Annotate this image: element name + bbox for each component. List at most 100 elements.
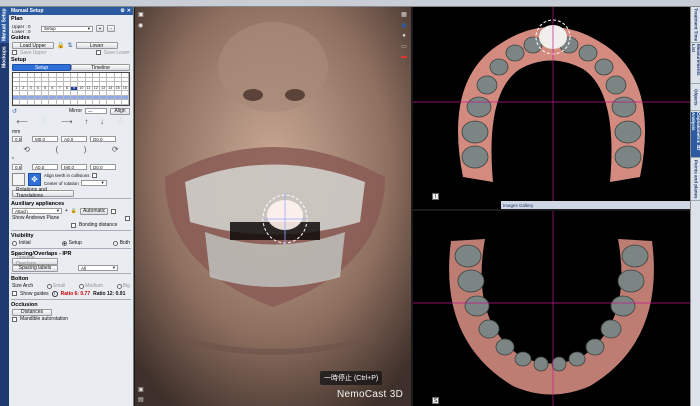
translate-down-icon[interactable]: ↓ (100, 117, 104, 126)
close-icon[interactable]: ✕ (127, 8, 131, 14)
plan-remove-button[interactable]: - (107, 25, 115, 32)
tooth-grid-cell[interactable] (49, 100, 57, 105)
timeline-overlaps-button[interactable]: Timeline Overlaps (12, 255, 58, 267)
load-upper-button[interactable]: Load Upper (12, 42, 54, 49)
tooth-grid-cell[interactable] (100, 100, 108, 105)
tooth-grid-cell[interactable] (42, 100, 50, 105)
spacing-labels-button[interactable]: Spacing labels (12, 264, 58, 272)
tooth-grid-cell[interactable] (13, 100, 21, 105)
rotation-d-value[interactable]: D0.0 (90, 164, 116, 170)
plan-add-button[interactable]: + (96, 25, 104, 32)
tip-icon[interactable]: ) (84, 145, 87, 154)
visibility-setup-radio[interactable] (61, 240, 67, 246)
tooth-grid-cell[interactable] (92, 100, 100, 105)
alert-icon[interactable]: ▬ (401, 54, 407, 60)
rotations-translations-button[interactable]: Rotations and Translations (12, 187, 74, 199)
move-tool-icon[interactable]: ✥ (28, 173, 41, 186)
photo-icon[interactable]: ▣ (138, 386, 144, 393)
rotation-step-input[interactable]: 0.5 (12, 164, 22, 170)
view-icon[interactable]: ◉ (138, 22, 144, 29)
automatic-button[interactable]: Automatic (80, 207, 109, 215)
aux-option-checkbox[interactable] (111, 208, 117, 214)
tab-manual-setup[interactable]: Manual Setup (0, 7, 9, 43)
visibility-initial-radio[interactable] (12, 240, 17, 246)
tooth-grid-cell[interactable] (63, 100, 71, 105)
apical-value[interactable]: A0.0 (61, 136, 87, 142)
tooth-grid-cell[interactable] (121, 100, 129, 105)
align-collisions-checkbox[interactable] (91, 173, 97, 178)
upper-arch-viewport[interactable]: I Images Gallery (413, 7, 690, 209)
tab-objects[interactable]: Objects (691, 85, 700, 111)
tab-cephalometric-analysis[interactable]: Cephalometric 3D Analysis (691, 112, 700, 158)
tab-measurements-list[interactable]: Measurements List (691, 44, 700, 84)
center-rotation-select[interactable]: ▾ (80, 180, 107, 186)
save-icon[interactable]: ▤ (138, 396, 144, 403)
torque-icon[interactable]: ( (56, 145, 59, 154)
show-guides-checkbox[interactable] (12, 291, 17, 296)
right-tab-strip: Treatment Time Measurements List Objects… (690, 7, 700, 406)
show-andrews-checkbox[interactable] (125, 215, 130, 221)
rotate-ccw-icon[interactable]: ⟲ (23, 145, 30, 154)
camera-icon[interactable]: ▣ (138, 11, 144, 18)
tooth-grid-cell[interactable] (27, 100, 35, 105)
mandible-autorotation-label: Mandible autorotation (20, 316, 69, 322)
size-big-label: Big (122, 283, 130, 289)
undo-icon[interactable]: ↺ (12, 108, 17, 115)
tooth-grid-cell[interactable] (78, 100, 86, 105)
tooth-grid-cell[interactable] (107, 100, 115, 105)
record-icon[interactable]: ● (402, 33, 406, 39)
distances-button[interactable]: Distances (12, 308, 52, 316)
translate-up-icon[interactable]: ↑ (84, 117, 88, 126)
arch-symbol-icon[interactable] (12, 173, 25, 186)
lower-arch-viewport[interactable]: S (413, 211, 690, 406)
rotation-m-value[interactable]: A0.0 (32, 164, 58, 170)
save-lower-checkbox[interactable] (95, 50, 101, 55)
tab-points-and-planes[interactable]: Points and planes (691, 159, 700, 201)
tooth-selection-grid[interactable]: 1 2 3 4 5 6 7 8 9 10 11 12 13 14 15 16 (12, 72, 130, 106)
tooth-grid-cell[interactable] (71, 100, 79, 105)
rotate-cw-icon[interactable]: ⟳ (112, 145, 119, 154)
tab-timeline[interactable]: Timeline (71, 64, 130, 71)
attach-select[interactable]: Attach ▾ (12, 208, 62, 214)
main-3d-viewport[interactable]: ▣ ◉ ▦ ◼ ● ▭ ▬ ▣ ▤ 一時停止 (Ctrl+P) NemoCast… (135, 7, 411, 406)
lower-view-tag: S (432, 397, 439, 404)
tab-mockups[interactable]: Mockups (0, 44, 9, 70)
save-upper-checkbox[interactable] (12, 50, 17, 55)
size-big-radio[interactable] (116, 283, 122, 289)
tooth-grid-cell[interactable] (56, 100, 64, 105)
align-button[interactable]: Align (110, 107, 130, 115)
tooth-grid-cell[interactable] (34, 100, 42, 105)
distal-value[interactable]: D0.0 (90, 136, 116, 142)
aux-add-icon[interactable]: + (65, 208, 68, 214)
mandible-autorotation-checkbox[interactable] (12, 316, 17, 322)
settings-icon[interactable]: ⚙ (120, 8, 124, 14)
mirror-select[interactable]: — (85, 108, 107, 114)
size-medium-radio[interactable] (79, 283, 85, 289)
tab-treatment-time[interactable]: Treatment Time (691, 7, 700, 43)
guide-lock-icon[interactable]: 🔒 (57, 42, 64, 49)
tooth-grid-cell[interactable] (85, 100, 93, 105)
mesial-value[interactable]: M0.0 (32, 136, 58, 142)
info-icon[interactable]: i (51, 290, 58, 297)
lower-guide-button[interactable]: Lower (75, 42, 118, 49)
layers-icon[interactable]: ◼ (402, 22, 407, 29)
grid-view-icon[interactable]: ▦ (401, 11, 407, 18)
translation-step-input[interactable]: 0.5 (12, 136, 22, 142)
images-gallery-bar[interactable]: Images Gallery (501, 201, 690, 209)
bonding-distance-checkbox[interactable] (71, 222, 76, 228)
rotation-a-value[interactable]: M0.0 (61, 164, 87, 170)
chevron-down-icon: ▾ (87, 25, 90, 31)
screenshot-icon[interactable]: ▭ (401, 43, 407, 50)
size-small-radio[interactable] (46, 283, 52, 289)
visibility-both-radio[interactable] (112, 240, 118, 246)
translate-right-icon[interactable]: ⟶ (61, 117, 72, 126)
tab-setup[interactable]: Setup (12, 64, 71, 71)
guide-toggle-icon[interactable]: ⇅ (67, 42, 72, 49)
tooth-grid-cell[interactable] (20, 100, 28, 105)
translate-left-icon[interactable]: ⟵ (16, 117, 27, 126)
spacing-select[interactable]: All ▾ (78, 265, 118, 271)
tooth-grid-cell[interactable] (114, 100, 122, 105)
bolton-heading: Bolton (11, 275, 29, 282)
aux-lock-icon[interactable]: 🔒 (71, 208, 77, 214)
plan-select[interactable]: Setup ▾ (41, 25, 93, 32)
